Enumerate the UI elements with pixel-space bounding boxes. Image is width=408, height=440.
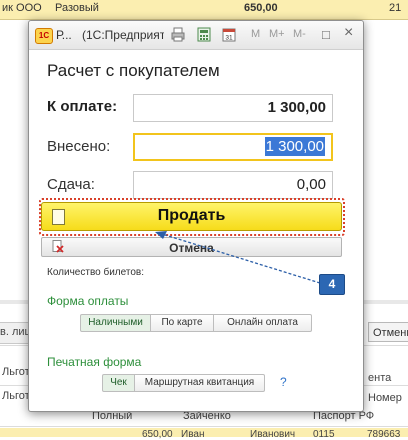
step-badge: 4 bbox=[319, 274, 345, 295]
annotation-arrow bbox=[155, 231, 321, 284]
